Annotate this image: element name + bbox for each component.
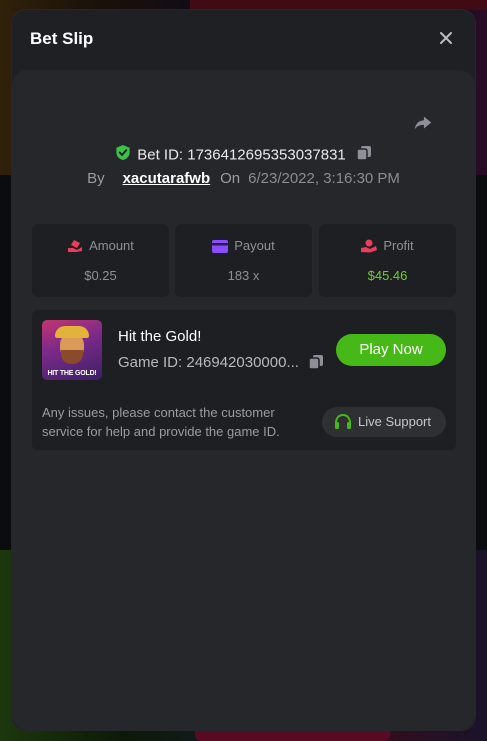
copy-bet-id-icon[interactable] <box>356 145 372 166</box>
headset-icon <box>335 413 351 429</box>
bet-id-row: Bet ID: 1736412695353037831 <box>12 144 475 166</box>
bet-stats: Amount $0.25 Payout 183 x Profit $45.46 <box>32 224 456 297</box>
support-notice: Any issues, please contact the customer … <box>42 405 280 439</box>
bet-details-panel: Bet ID: 1736412695353037831 By xacutarafw… <box>12 70 475 730</box>
bet-datetime: 6/23/2022, 3:16:30 PM <box>248 170 400 187</box>
game-card: HIT THE GOLD! Hit the Gold! Game ID: 246… <box>32 310 456 450</box>
copy-game-id-icon[interactable] <box>308 354 324 375</box>
stat-amount: Amount $0.25 <box>32 224 169 297</box>
stat-label: Profit <box>383 238 414 253</box>
stat-value: $45.46 <box>367 268 408 283</box>
thumbnail-caption: HIT THE GOLD! <box>47 370 97 377</box>
bet-slip-modal: Bet Slip Bet ID: 1736412695353037831 By x… <box>12 10 475 730</box>
verified-shield-icon <box>115 144 131 166</box>
stat-value: $0.25 <box>84 268 117 283</box>
stat-profit: Profit $45.46 <box>319 224 456 297</box>
game-thumbnail[interactable]: HIT THE GOLD! <box>42 320 102 380</box>
stat-payout: Payout 183 x <box>175 224 312 297</box>
play-now-button[interactable]: Play Now <box>336 334 446 366</box>
game-name: Hit the Gold! <box>118 328 202 345</box>
on-label: On <box>220 170 241 187</box>
hand-coin-icon <box>361 239 378 253</box>
bet-meta-row: By xacutarafwb On 6/23/2022, 3:16:30 PM <box>12 170 475 187</box>
stat-label: Amount <box>89 238 134 253</box>
by-label: By <box>87 170 105 187</box>
live-support-label: Live Support <box>358 414 431 429</box>
close-icon[interactable] <box>436 28 456 48</box>
username-link[interactable]: xacutarafwb <box>123 170 211 187</box>
share-icon[interactable] <box>412 112 436 136</box>
game-id: Game ID: 246942030000... <box>118 354 299 371</box>
stat-label: Payout <box>234 238 275 253</box>
hand-coins-icon <box>68 240 83 252</box>
live-support-button[interactable]: Live Support <box>322 407 446 437</box>
card-icon <box>212 240 229 253</box>
modal-title: Bet Slip <box>30 29 94 48</box>
stat-value: 183 x <box>227 268 260 283</box>
bet-id: Bet ID: 1736412695353037831 <box>137 146 346 164</box>
